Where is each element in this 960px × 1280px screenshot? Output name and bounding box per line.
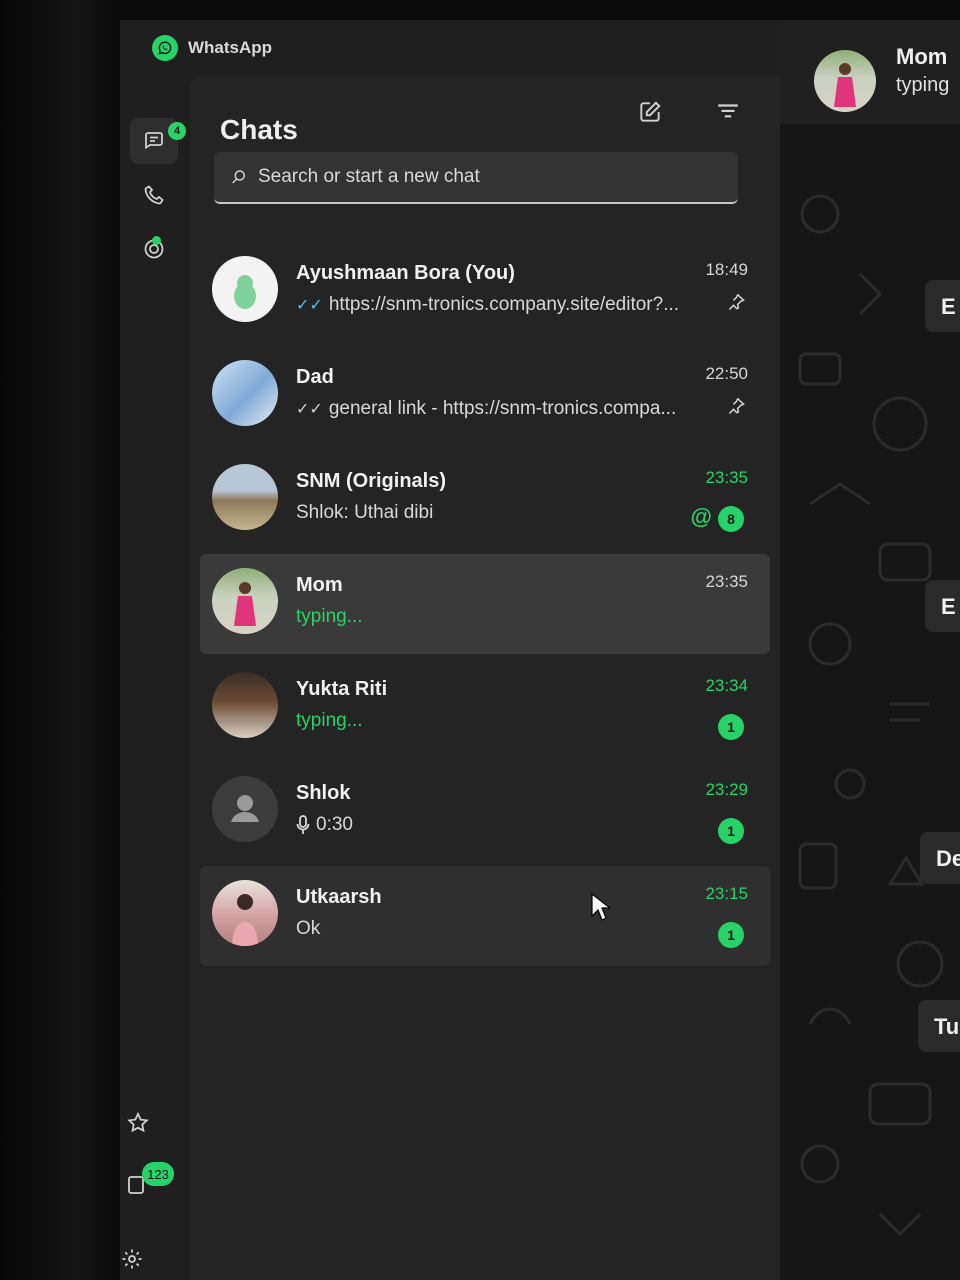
navigation-rail: 4 123 (120, 76, 190, 1280)
filter-icon (718, 104, 738, 118)
chat-name: Utkaarsh (296, 886, 382, 908)
new-chat-icon (640, 101, 661, 122)
avatar (212, 256, 278, 322)
avatar (212, 880, 278, 946)
calls-icon (144, 185, 164, 205)
chat-name: Shlok (296, 782, 351, 804)
unread-badge: 8 (718, 506, 744, 532)
panel-title: Chats (220, 114, 298, 145)
unread-badge: 1 (718, 714, 744, 740)
chat-row-snm-originals[interactable]: SNM (Originals) Shlok: Uthai dibi 23:35 … (200, 450, 770, 550)
starred-messages-button[interactable] (114, 1100, 162, 1146)
chat-row-shlok[interactable]: Shlok 0:30 23:29 1 (200, 762, 770, 862)
chat-list-panel: Chats Search or start a new chat Ayushma… (190, 76, 780, 1280)
message-bubble[interactable]: E (925, 580, 960, 632)
chat-preview: Shlok: Uthai dibi (296, 502, 434, 523)
chat-row-mom[interactable]: Mom typing... 23:35 (200, 554, 770, 654)
chat-preview: Ok (296, 918, 321, 939)
chat-time: 23:29 (705, 780, 748, 799)
chat-row-dad[interactable]: Dad ✓✓ general link - https://snm-tronic… (200, 346, 770, 446)
message-bubble[interactable]: E (925, 280, 960, 332)
chat-time: 23:35 (705, 572, 748, 591)
status-nav-button[interactable] (130, 226, 178, 272)
chat-preview: typing... (296, 606, 363, 627)
chat-time: 22:50 (705, 364, 748, 383)
status-update-dot (152, 236, 161, 245)
chat-row-ayushmaan[interactable]: Ayushmaan Bora (You) ✓✓ https://snm-tron… (200, 242, 770, 342)
search-placeholder: Search or start a new chat (258, 166, 480, 187)
search-input[interactable]: Search or start a new chat (214, 152, 738, 204)
mouse-cursor-icon (591, 892, 610, 921)
chat-name: Ayushmaan Bora (You) (296, 262, 515, 284)
title-bar: WhatsApp (120, 20, 780, 76)
chat-time: 23:15 (705, 884, 748, 903)
unread-badge: 1 (718, 922, 744, 948)
chat-preview: ✓✓ https://snm-tronics.company.site/edit… (296, 294, 680, 315)
message-bubble[interactable]: Tu (918, 1000, 960, 1052)
chat-time: 18:49 (705, 260, 748, 279)
chat-time: 23:34 (705, 676, 748, 695)
conversation-pane: Mom typing E E De Tu (780, 20, 960, 1280)
archived-count-badge: 123 (142, 1162, 174, 1186)
avatar (814, 50, 876, 112)
conversation-status: typing (896, 74, 950, 96)
chats-unread-badge: 4 (168, 122, 186, 140)
search-icon (232, 170, 245, 184)
whatsapp-logo-icon (152, 35, 178, 61)
conversation-header[interactable]: Mom typing (780, 20, 960, 124)
avatar (212, 568, 278, 634)
chat-row-yukta-riti[interactable]: Yukta Riti typing... 23:34 1 (200, 658, 770, 758)
filter-button[interactable] (710, 94, 746, 130)
delivered-ticks-icon: ✓✓ (296, 401, 323, 418)
chats-icon (145, 132, 163, 150)
chat-preview: 0:30 (296, 814, 353, 836)
avatar (212, 360, 278, 426)
pin-icon (728, 293, 745, 311)
unread-badge: 1 (718, 818, 744, 844)
chat-preview: ✓✓ general link - https://snm-tronics.co… (296, 398, 677, 419)
read-ticks-icon: ✓✓ (296, 297, 323, 314)
chat-row-utkaarsh[interactable]: Utkaarsh Ok 23:15 1 (200, 866, 770, 966)
chat-name: Mom (296, 574, 343, 596)
mic-icon (296, 815, 310, 834)
avatar (212, 672, 278, 738)
star-icon (127, 1111, 149, 1133)
pin-icon (728, 397, 745, 415)
chat-name: SNM (Originals) (296, 470, 447, 492)
chat-time: 23:35 (705, 468, 748, 487)
settings-button[interactable] (108, 1236, 156, 1280)
mention-indicator: @ (690, 504, 712, 529)
conversation-name: Mom (896, 44, 948, 69)
settings-icon (122, 1249, 142, 1269)
new-chat-button[interactable] (632, 94, 668, 130)
default-avatar-icon (212, 776, 278, 842)
chat-name: Dad (296, 366, 334, 388)
avatar (212, 464, 278, 530)
calls-nav-button[interactable] (130, 172, 178, 218)
app-title: WhatsApp (188, 38, 273, 57)
chat-name: Yukta Riti (296, 678, 388, 700)
message-bubble[interactable]: De (920, 832, 960, 884)
chat-preview: typing... (296, 710, 363, 731)
whatsapp-window: WhatsApp 4 123 Chats Search or start a n… (120, 20, 960, 1280)
